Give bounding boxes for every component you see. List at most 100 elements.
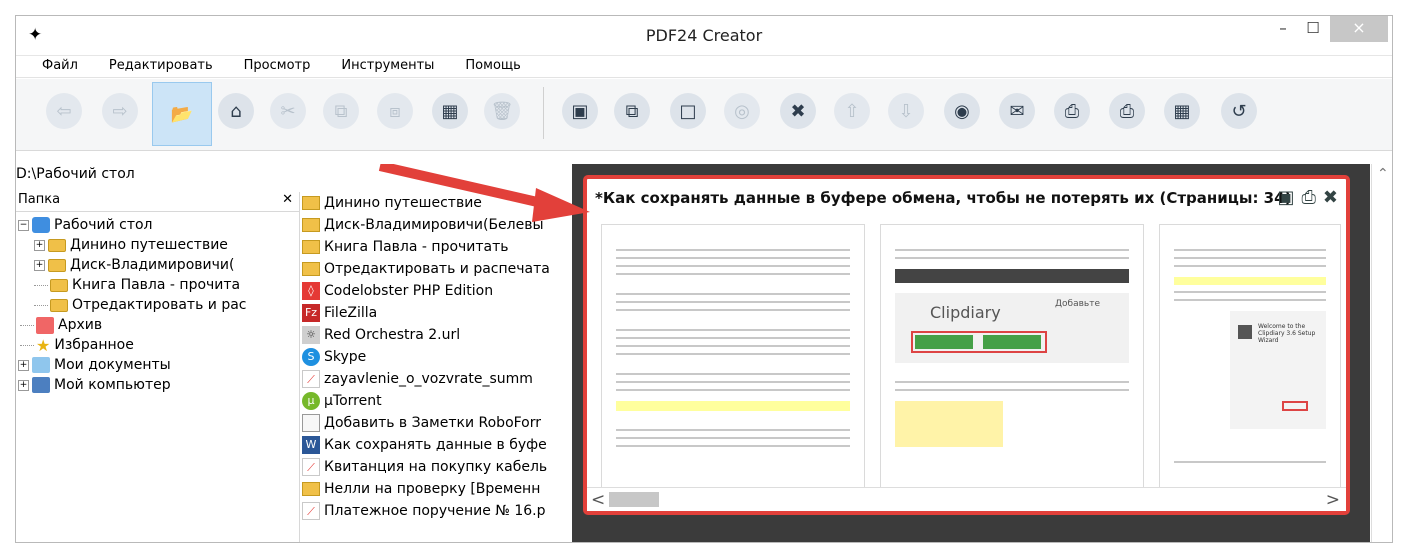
list-item[interactable]: ⟋ zayavlenie_o_vozvrate_summ [302, 368, 572, 390]
file-name: Динино путешествие [324, 195, 482, 211]
list-item[interactable]: Диск-Владимировичи(Белевы [302, 214, 572, 236]
scroll-up-icon[interactable]: ⌃ [1377, 166, 1389, 182]
save-icon[interactable]: ▣ [562, 93, 598, 129]
file-name: Диск-Владимировичи(Белевы [324, 217, 544, 233]
folder-tree: − Рабочий стол + Динино путешествие + Ди… [16, 212, 299, 395]
list-item[interactable]: Динино путешествие [302, 192, 572, 214]
folder-panel-close-button[interactable]: ✕ [282, 192, 293, 211]
list-item[interactable]: Добавить в Заметки RoboForr [302, 412, 572, 434]
horizontal-scrollbar[interactable]: < > [587, 487, 1346, 511]
folder-icon [302, 482, 320, 496]
cut-icon[interactable]: ✂ [270, 93, 306, 129]
thumb-text: Добавьте [1055, 299, 1100, 309]
tree-item-disk[interactable]: + Диск-Владимировичи( [18, 255, 299, 275]
email-icon[interactable]: ✉ [999, 93, 1035, 129]
file-name: Книга Павла - прочитать [324, 239, 509, 255]
print-icon[interactable]: ⎙ [1302, 187, 1316, 208]
maximize-button[interactable]: ☐ [1299, 16, 1327, 42]
list-item[interactable]: Отредактировать и распечата [302, 258, 572, 280]
tree-item-edit[interactable]: Отредактировать и рас [18, 295, 299, 315]
menu-view[interactable]: Просмотр [244, 56, 311, 77]
toolbar: ⇦ ⇨ 📂 ⌂ ✂ ⧉ ⧈ ▦ 🗑 ▣ ⧉ □ ◎ ✖ ⇧ ⇩ ◉ ✉ ⎙ ⎙ … [16, 79, 1392, 151]
select-icon[interactable]: ⌂ [218, 93, 254, 129]
pdf24-window: ✦ PDF24 Creator – ☐ × Файл Редактировать… [15, 15, 1393, 543]
copy-icon[interactable]: ⧉ [323, 93, 359, 129]
tree-item-book[interactable]: Книга Павла - прочита [18, 275, 299, 295]
list-item[interactable]: Fz FileZilla [302, 302, 572, 324]
tree-item-label: Рабочий стол [54, 217, 153, 233]
paste-icon[interactable]: ⧈ [377, 93, 413, 129]
save-icon[interactable]: ▣ [1277, 187, 1294, 208]
star-icon: ★ [36, 335, 51, 355]
list-item[interactable]: ◊ Codelobster PHP Edition [302, 280, 572, 302]
page-thumbnail[interactable]: Welcome to the Clipdiary 3.6 Setup Wizar… [1159, 224, 1341, 500]
close-button[interactable]: × [1330, 16, 1388, 42]
tree-item-computer[interactable]: + Мой компьютер [18, 375, 299, 395]
tree-item-archive[interactable]: Архив [18, 315, 299, 335]
properties-icon[interactable]: ▦ [432, 93, 468, 129]
tree-item-favorites[interactable]: ★ Избранное [18, 335, 299, 355]
file-name: FileZilla [324, 305, 378, 321]
menu-tools[interactable]: Инструменты [341, 56, 434, 77]
list-item[interactable]: Нелли на проверку [Временн [302, 478, 572, 500]
list-item[interactable]: ⟋ Платежное поручение № 16.р [302, 500, 572, 522]
scroll-right-button[interactable]: > [1326, 490, 1340, 510]
tree-item-label: Избранное [54, 337, 134, 353]
url-icon: ☼ [302, 326, 320, 344]
save-as-icon[interactable]: ⧉ [614, 93, 650, 129]
delete-icon[interactable]: 🗑 [484, 93, 520, 129]
list-item[interactable]: Книга Павла - прочитать [302, 236, 572, 258]
pdf-icon: ⟋ [302, 502, 320, 520]
list-item[interactable]: W Как сохранять данные в буфе [302, 434, 572, 456]
forward-icon[interactable]: ⇨ [102, 93, 138, 129]
minimize-button[interactable]: – [1269, 16, 1297, 42]
pdf-icon: ⟋ [302, 370, 320, 388]
history-icon[interactable]: ↺ [1221, 93, 1257, 129]
vertical-scrollbar[interactable]: ⌃ [1371, 164, 1392, 542]
list-item[interactable]: ☼ Red Orchestra 2.url [302, 324, 572, 346]
scroll-left-button[interactable]: < [591, 490, 605, 510]
fax-icon[interactable]: ⎙ [1054, 93, 1090, 129]
folder-icon [302, 240, 320, 254]
list-item[interactable]: ⟋ Квитанция на покупку кабель [302, 456, 572, 478]
page-thumbnail[interactable]: Clipdiary Добавьте [880, 224, 1144, 500]
move-up-icon[interactable]: ⇧ [834, 93, 870, 129]
thumb-text: Clipdiary [930, 303, 1001, 322]
close-document-icon[interactable]: ✖ [780, 93, 816, 129]
preview-icon[interactable]: ◉ [944, 93, 980, 129]
scroll-thumb[interactable] [609, 492, 659, 507]
tree-item-label: Архив [58, 317, 103, 333]
back-icon[interactable]: ⇦ [46, 93, 82, 129]
collapse-icon[interactable]: − [18, 219, 29, 231]
documents-icon [32, 357, 50, 373]
file-name: Нелли на проверку [Временн [324, 481, 541, 497]
expand-icon[interactable]: + [34, 259, 45, 271]
print-icon[interactable]: ⎙ [1109, 93, 1145, 129]
document-preview[interactable]: *Как сохранять данные в буфере обмена, ч… [583, 175, 1350, 515]
tree-item-desktop[interactable]: − Рабочий стол [18, 215, 299, 235]
merge-icon[interactable]: ◎ [724, 93, 760, 129]
page-thumbnail[interactable] [601, 224, 865, 500]
file-name: Codelobster PHP Edition [324, 283, 494, 299]
skype-icon: S [302, 348, 320, 366]
tree-item-dinino[interactable]: + Динино путешествие [18, 235, 299, 255]
list-item[interactable]: S Skype [302, 346, 572, 368]
expand-icon[interactable]: + [34, 239, 45, 251]
tree-connector [20, 324, 34, 326]
preview-actions: ▣ ⎙ ✖ [1277, 187, 1338, 208]
expand-icon[interactable]: + [18, 359, 29, 371]
menu-file[interactable]: Файл [42, 56, 78, 77]
close-icon[interactable]: ✖ [1323, 187, 1338, 208]
expand-icon[interactable]: + [18, 379, 29, 391]
layout-icon[interactable]: ▦ [1164, 93, 1200, 129]
move-down-icon[interactable]: ⇩ [888, 93, 924, 129]
file-name: Red Orchestra 2.url [324, 327, 461, 343]
new-page-icon[interactable]: □ [670, 93, 706, 129]
tree-item-label: Отредактировать и рас [72, 297, 247, 313]
menu-help[interactable]: Помощь [465, 56, 520, 77]
file-name: μTorrent [324, 393, 382, 409]
list-item[interactable]: μ μTorrent [302, 390, 572, 412]
tree-item-documents[interactable]: + Мои документы [18, 355, 299, 375]
open-folder-icon[interactable]: 📂 [152, 82, 212, 146]
menu-edit[interactable]: Редактировать [109, 56, 213, 77]
